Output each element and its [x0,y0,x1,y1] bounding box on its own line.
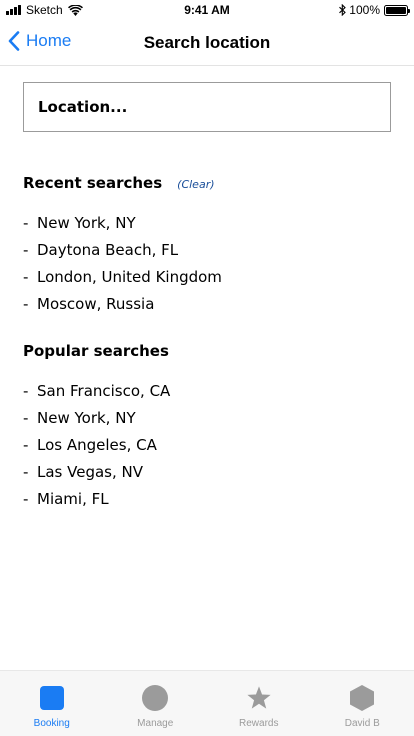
status-right: 100% [339,3,410,17]
battery-icon [384,4,410,16]
recent-search-item[interactable]: - New York, NY [23,209,222,236]
popular-searches-title: Popular searches [23,342,169,360]
recent-search-item[interactable]: - London, United Kingdom [23,263,222,290]
recent-searches-list: - New York, NY - Daytona Beach, FL - London… [23,209,222,317]
recent-searches-title: Recent searches [23,174,163,192]
recent-searches-header: Recent searches (Clear) [23,174,222,200]
popular-search-item[interactable]: - San Francisco, CA [23,377,170,404]
tab-booking[interactable]: Booking [0,671,104,736]
tab-profile[interactable]: David B [311,671,414,736]
manage-circle-icon [142,685,169,711]
recent-search-item[interactable]: - Moscow, Russia [23,290,222,317]
popular-search-item[interactable]: - New York, NY [23,404,170,431]
tab-manage-label: Manage [137,718,174,729]
battery-percent: 100% [349,3,380,17]
rewards-star-icon [246,685,272,711]
tab-rewards[interactable]: Rewards [207,671,311,736]
status-bar: Sketch 9:41 AM 100% [0,0,414,20]
clear-recent-button[interactable]: (Clear) [177,178,214,191]
booking-square-icon [39,685,65,711]
bluetooth-icon [339,4,347,16]
popular-searches-header: Popular searches [23,342,170,368]
tab-rewards-label: Rewards [239,718,279,729]
tab-bar: Booking Manage Rewards David B [0,670,414,736]
page-title: Search location [143,33,271,52]
popular-search-item[interactable]: - Miami, FL [23,485,170,512]
popular-searches-list: - San Francisco, CA - New York, NY - Los An… [23,377,170,512]
popular-searches-section: Popular searches - San Francisco, CA - New… [23,342,170,512]
location-search-input[interactable] [24,83,390,131]
recent-search-item[interactable]: - Daytona Beach, FL [23,236,222,263]
recent-searches-section: Recent searches (Clear) - New York, NY -D… [23,174,222,317]
profile-hexagon-icon [349,685,375,711]
nav-bar: Home Search location [0,20,414,66]
location-search-box [23,82,391,132]
popular-search-item[interactable]: - Los Angeles, CA [23,431,170,458]
tab-booking-label: Booking [33,718,70,729]
popular-search-item[interactable]: - Las Vegas, NV [23,458,170,485]
tab-manage[interactable]: Manage [104,671,208,736]
tab-profile-label: David B [344,718,380,729]
